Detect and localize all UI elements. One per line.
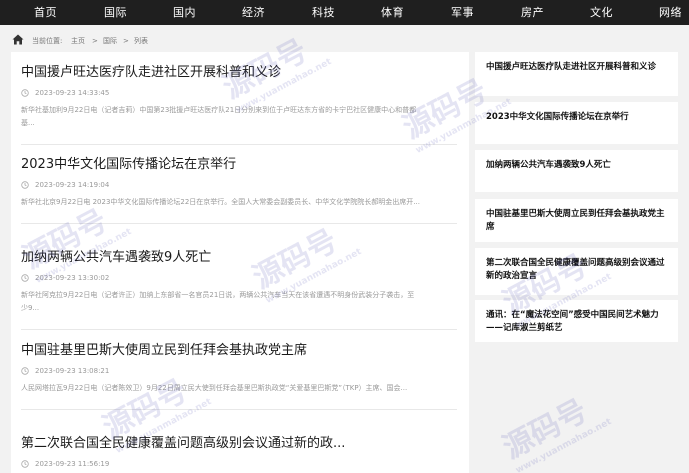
article-date: 2023-09-23 13:30:02 — [35, 274, 110, 282]
article-meta: 2023-09-23 14:33:45 — [21, 88, 459, 99]
nav-item-culture[interactable]: 文化 — [590, 0, 613, 25]
article-meta: 2023-09-23 14:19:04 — [21, 180, 459, 191]
divider — [21, 144, 457, 145]
article-summary[interactable]: 新华社阿克拉9月22日电（记者许正）加纳上东部省一名官员21日说，两辆公共汽车当… — [21, 289, 421, 315]
sidebar-item[interactable]: 通讯：在“魔法花空间”感受中国民间艺术魅力——记库淑兰剪纸艺 — [475, 300, 678, 342]
divider — [21, 409, 457, 410]
sidebar-item-title: 第二次联合国全民健康覆盖问题高级别会议通过新的政治宣言 — [486, 258, 665, 281]
article-summary[interactable]: 新华社北京9月22日电 2023中华文化国际传播论坛22日在京举行。全国人大常委… — [21, 196, 421, 209]
sidebar-item-title: 中国驻基里巴斯大使周立民到任拜会基执政党主席 — [486, 209, 665, 232]
article-title[interactable]: 加纳两辆公共汽车遇袭致9人死亡 — [21, 249, 459, 267]
home-icon — [12, 34, 24, 45]
article-title[interactable]: 第二次联合国全民健康覆盖问题高级别会议通过新的政... — [21, 435, 459, 453]
breadcrumb-separator: > — [123, 37, 129, 45]
divider — [21, 329, 457, 330]
sidebar-item[interactable]: 加纳两辆公共汽车遇袭致9人死亡 — [475, 150, 678, 192]
nav-item-international[interactable]: 国际 — [104, 0, 127, 25]
list-item: 2023中华文化国际传播论坛在京举行 2023-09-23 14:19:04 新… — [21, 156, 459, 224]
breadcrumb-section[interactable]: 国际 — [103, 35, 117, 47]
watermark-text: 源码号 — [497, 393, 594, 467]
nav-item-economy[interactable]: 经济 — [242, 0, 265, 25]
article-meta: 2023-09-23 11:56:19 — [21, 459, 459, 470]
article-date: 2023-09-23 11:56:19 — [35, 460, 110, 468]
article-summary[interactable]: 新华社基加利9月22日电（记者吉莉）中国第23批援卢旺达医疗队21日分别来到位于… — [21, 104, 421, 130]
article-title[interactable]: 中国援卢旺达医疗队走进社区开展科普和义诊 — [21, 64, 459, 82]
breadcrumb-separator: > — [92, 37, 98, 45]
breadcrumb-current: 列表 — [134, 37, 148, 45]
nav-item-domestic[interactable]: 国内 — [173, 0, 196, 25]
nav-item-tech[interactable]: 科技 — [312, 0, 335, 25]
clock-icon — [21, 181, 29, 189]
sidebar-item-title: 2023中华文化国际传播论坛在京举行 — [486, 112, 629, 122]
nav-item-sports[interactable]: 体育 — [381, 0, 404, 25]
breadcrumb-home[interactable]: 主页 — [71, 35, 85, 47]
sidebar-item[interactable]: 中国援卢旺达医疗队走进社区开展科普和义诊 — [475, 52, 678, 96]
article-list: 中国援卢旺达医疗队走进社区开展科普和义诊 2023-09-23 14:33:45… — [11, 52, 469, 473]
nav-item-military[interactable]: 军事 — [451, 0, 474, 25]
sidebar-item-title: 加纳两辆公共汽车遇袭致9人死亡 — [486, 160, 611, 170]
breadcrumb-prefix: 当前位置: — [32, 37, 63, 45]
article-date: 2023-09-23 13:08:21 — [35, 367, 110, 375]
list-item: 加纳两辆公共汽车遇袭致9人死亡 2023-09-23 13:30:02 新华社阿… — [21, 249, 459, 330]
article-meta: 2023-09-23 13:08:21 — [21, 366, 459, 377]
article-summary[interactable]: 人民网塔拉瓦9月22日电（记者陈效卫）9月22日周立民大使到任拜会基里巴斯执政党… — [21, 382, 421, 395]
divider — [21, 223, 457, 224]
list-item: 第二次联合国全民健康覆盖问题高级别会议通过新的政... 2023-09-23 1… — [21, 435, 459, 470]
nav-item-home[interactable]: 首页 — [34, 0, 57, 25]
sidebar-item-title: 中国援卢旺达医疗队走进社区开展科普和义诊 — [486, 62, 657, 72]
sidebar-item[interactable]: 2023中华文化国际传播论坛在京举行 — [475, 102, 678, 144]
sidebar-item[interactable]: 第二次联合国全民健康覆盖问题高级别会议通过新的政治宣言 — [475, 248, 678, 295]
nav-item-internet[interactable]: 网络 — [659, 0, 682, 25]
article-title[interactable]: 中国驻基里巴斯大使周立民到任拜会基执政党主席 — [21, 342, 459, 360]
top-navigation: 首页 国际 国内 经济 科技 体育 军事 房产 文化 网络 — [0, 0, 689, 25]
clock-icon — [21, 274, 29, 282]
article-date: 2023-09-23 14:33:45 — [35, 89, 110, 97]
article-title[interactable]: 2023中华文化国际传播论坛在京举行 — [21, 156, 459, 174]
list-item: 中国驻基里巴斯大使周立民到任拜会基执政党主席 2023-09-23 13:08:… — [21, 342, 459, 410]
watermark-url: www.yuanmahao.net — [514, 416, 614, 473]
sidebar-item-title: 通讯：在“魔法花空间”感受中国民间艺术魅力——记库淑兰剪纸艺 — [486, 310, 659, 333]
sidebar-item[interactable]: 中国驻基里巴斯大使周立民到任拜会基执政党主席 — [475, 199, 678, 242]
nav-item-realestate[interactable]: 房产 — [521, 0, 544, 25]
watermark: 源码号 www.yuanmahao.net — [494, 378, 614, 473]
article-date: 2023-09-23 14:19:04 — [35, 181, 110, 189]
clock-icon — [21, 460, 29, 468]
clock-icon — [21, 367, 29, 375]
clock-icon — [21, 89, 29, 97]
list-item: 中国援卢旺达医疗队走进社区开展科普和义诊 2023-09-23 14:33:45… — [21, 64, 459, 145]
breadcrumb: 当前位置: 主页 > 国际 > 列表 — [0, 32, 689, 50]
article-meta: 2023-09-23 13:30:02 — [21, 273, 459, 284]
